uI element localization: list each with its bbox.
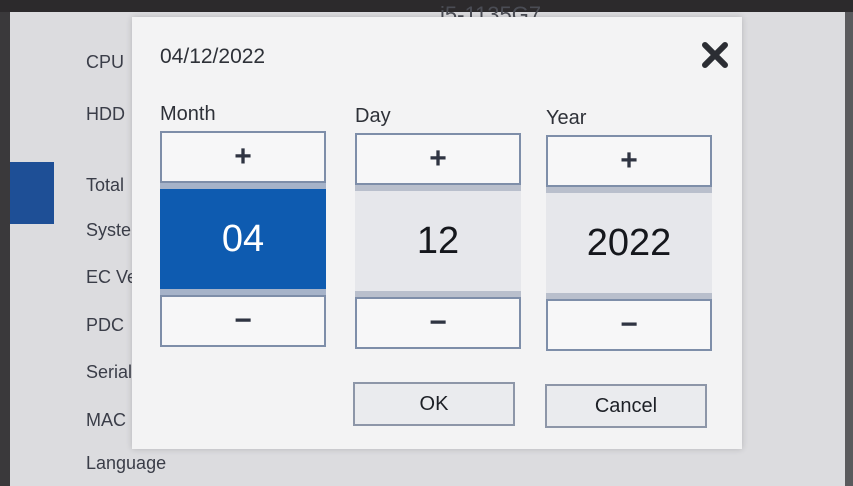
- screen-edge-left: [0, 12, 10, 486]
- cancel-button[interactable]: Cancel: [545, 384, 707, 428]
- month-value[interactable]: 04: [160, 183, 326, 295]
- background-selection-highlight: [10, 162, 54, 224]
- year-spinner: Year + 2022 −: [546, 107, 712, 351]
- plus-icon: +: [620, 144, 638, 177]
- day-increment-button[interactable]: +: [355, 133, 521, 185]
- year-label: Year: [546, 107, 587, 129]
- plus-icon: +: [234, 140, 252, 173]
- background-item-pdc: PDC: [86, 315, 125, 335]
- day-value[interactable]: 12: [355, 185, 521, 297]
- plus-icon: +: [429, 142, 447, 175]
- day-spinner: Day + 12 −: [355, 105, 521, 349]
- minus-icon: −: [620, 308, 638, 341]
- screen-edge-right: [845, 12, 853, 486]
- dialog-title: 04/12/2022: [160, 45, 266, 68]
- close-button[interactable]: [698, 38, 732, 72]
- background-item-mac: MAC: [86, 410, 126, 430]
- background-item-language[interactable]: Language: [86, 453, 166, 474]
- month-decrement-button[interactable]: −: [160, 295, 326, 347]
- year-value[interactable]: 2022: [546, 187, 712, 299]
- day-label: Day: [355, 105, 391, 127]
- close-icon: [702, 42, 728, 68]
- month-spinner: Month + 04 −: [160, 103, 326, 347]
- background-item-total: Total: [86, 175, 125, 195]
- ok-button[interactable]: OK: [353, 382, 515, 426]
- day-decrement-button[interactable]: −: [355, 297, 521, 349]
- month-increment-button[interactable]: +: [160, 131, 326, 183]
- date-picker-dialog: 04/12/2022 Month + 04 − Day + 12 − Year …: [132, 17, 742, 449]
- background-item-serial: Serial: [86, 362, 133, 382]
- year-increment-button[interactable]: +: [546, 135, 712, 187]
- minus-icon: −: [429, 306, 447, 339]
- minus-icon: −: [234, 304, 252, 337]
- year-decrement-button[interactable]: −: [546, 299, 712, 351]
- background-item-cpu: CPU: [86, 52, 125, 72]
- month-label: Month: [160, 103, 216, 125]
- background-item-hdd: HDD: [86, 104, 125, 124]
